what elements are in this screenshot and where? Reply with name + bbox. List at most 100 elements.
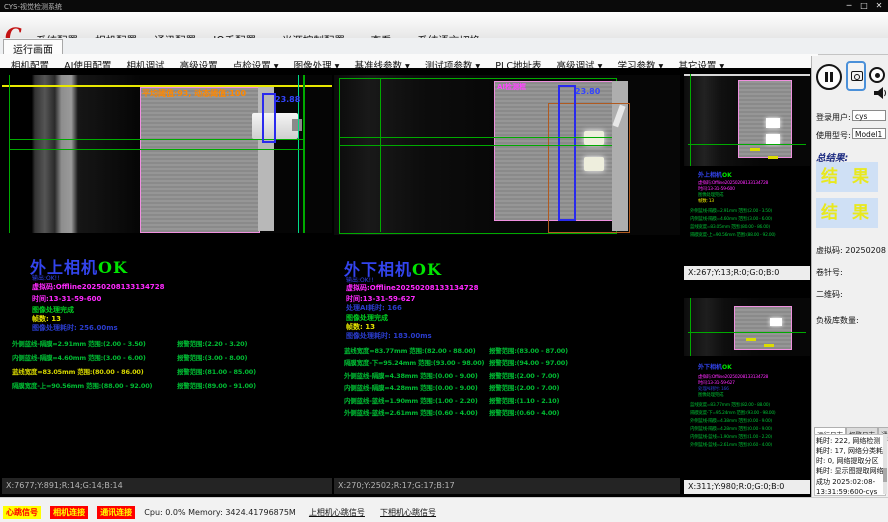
time-line: 时间:13-31-59-600 — [32, 294, 101, 304]
result-ok-text: OK — [412, 260, 442, 279]
measurement-text: 内侧蓝线-蓝线=1.90mm 范围:(1.00 - 2.20) — [690, 434, 772, 440]
upper-camera-heartbeat[interactable]: 上相机心跳信号 — [309, 507, 365, 518]
camera-connection-badge: 相机连接 — [50, 506, 88, 519]
measurement-row: 蓝线宽度=83.77mm 范围:(82.00 - 88.00) 报警范围:(83… — [334, 345, 680, 355]
status-bar: 心跳信号 相机连接 通讯连接 Cpu: 0.0% Memory: 3424.41… — [0, 497, 888, 522]
middle-camera-image[interactable]: AI检测框 23.80 — [334, 75, 680, 235]
title-bar: CYS-视觉检测系统 ─ □ ✕ — [0, 0, 888, 12]
model-field[interactable]: Model1 — [852, 128, 886, 139]
toolbar: 相机配置 AI使用配置 相机调试 高级设置 点检设置 ▾ 图像处理 ▾ 基准线参… — [0, 54, 818, 69]
glow-feature-1 — [584, 131, 604, 145]
elapsed-line: 图像处理耗时: 256.00ms — [32, 323, 118, 333]
log-scrollbar-thumb[interactable] — [883, 468, 887, 482]
pause-button[interactable] — [816, 64, 842, 90]
measurement-text: 内侧蓝线-隔膜=4.28mm 范围:(0.00 - 9.00) — [690, 426, 772, 432]
small-top-camera-image[interactable] — [684, 74, 810, 166]
measurement-text: 内侧蓝线-隔膜=4.60mm 范围:(3.00 - 6.00) — [12, 352, 146, 362]
result-ok-text: OK — [722, 172, 732, 179]
pixel-coords-bar: X:270;Y:2502;R:17;G:17;B:17 — [334, 478, 680, 494]
ai-box-label: AI检测框 — [497, 82, 526, 92]
blue-measure-label: 23.88 — [275, 95, 300, 104]
barcode-line: 虚拟码:Offline20250208133134728 — [32, 282, 165, 292]
log-scrollbar[interactable] — [883, 434, 887, 494]
alarm-range-text: 报警范围:(0.60 - 4.00) — [489, 407, 559, 417]
threshold-overlay-label: 平均阈值:93, 动态阈值:100 — [142, 88, 246, 99]
edge-green-line-right — [303, 75, 305, 233]
measurement-row: 隔膜宽度-上=90.56mm 范围:(88.00 - 92.00) 报警范围:(… — [2, 380, 332, 390]
camera-button[interactable] — [846, 61, 866, 91]
alarm-range-text: 报警范围:(1.10 - 2.10) — [489, 395, 559, 405]
alarm-range-text: 报警范围:(2.00 - 7.00) — [489, 370, 559, 380]
measurement-text: 蓝线宽度=83.77mm 范围:(82.00 - 88.00) — [690, 402, 770, 408]
right-control-panel: 登录用户: cys 使用型号: Model1 总结果: 结 果 结 果 虚拟码:… — [811, 56, 888, 497]
model-label: 使用型号: — [816, 130, 851, 141]
measurement-text: 隔膜宽度-上=90.56mm 范围:(88.00 - 92.00) — [12, 380, 152, 390]
maximize-button[interactable]: □ — [857, 1, 871, 10]
pixel-coords-bar: X:7677;Y:891;R:14;G:14;B:14 — [2, 478, 332, 494]
measurement-row: 隔膜宽度-下=95.24mm 范围:(93.00 - 98.00) 报警范围:(… — [334, 357, 680, 367]
measurement-row: 内侧蓝线-隔膜=4.28mm 范围:(0.00 - 9.00) 报警范围:(2.… — [334, 382, 680, 392]
result-display-1: 结 果 — [816, 162, 878, 192]
left-camera-view: 平均阈值:93, 动态阈值:100 23.88 外上相机OK 输出:OK!! 虚… — [2, 70, 332, 494]
measurement-text: 隔膜宽度-下=95.24mm 范围:(93.00 - 98.00) — [344, 357, 484, 367]
frame-count-line: 帧数: 13 — [698, 198, 714, 204]
middle-camera-view: AI检测框 23.80 外下相机OK 输出:OK!! 虚拟码:Offline20… — [334, 70, 680, 494]
menu-bar: C 系统配置 相机配置 通讯配置 IO手配置 ▾ 光源控制配置 ▾ 查看 ▾ 系… — [0, 12, 888, 39]
measure-green-hline — [688, 332, 806, 333]
camera-name: 外下相机 — [698, 364, 722, 371]
window-title: CYS-视觉检测系统 — [4, 2, 62, 12]
measurement-text: 外侧蓝线-隔膜=2.91mm 范围:(2.00 - 3.50) — [12, 338, 146, 348]
measurement-text: 内侧蓝线-隔膜=4.60mm 范围:(3.00 - 6.00) — [690, 216, 772, 222]
edge-green-line-left — [9, 75, 10, 233]
measurement-row: 外侧蓝线-隔膜=4.38mm 范围:(0.00 - 9.00) 报警范围:(2.… — [334, 370, 680, 380]
speaker-button[interactable] — [873, 86, 888, 100]
login-user-field[interactable]: cys — [852, 110, 886, 121]
yellow-callout-2 — [768, 156, 778, 159]
record-button[interactable] — [869, 67, 885, 83]
measure-box-blue — [262, 93, 276, 143]
yellow-callout-2 — [764, 344, 774, 347]
camera-name: 外上相机 — [698, 172, 722, 179]
record-icon — [875, 73, 880, 78]
result-display-2: 结 果 — [816, 198, 878, 228]
cpu-memory-status: Cpu: 0.0% Memory: 3424.41796875M — [144, 508, 296, 517]
close-button[interactable]: ✕ — [872, 1, 886, 10]
measure-green-hline — [688, 144, 806, 145]
bright-top-strip — [684, 74, 810, 76]
alarm-range-text: 报警范围:(3.00 - 8.00) — [177, 352, 247, 362]
measurement-text: 外侧蓝线-隔膜=4.38mm 范围:(0.00 - 9.00) — [690, 418, 772, 424]
heartbeat-status-badge: 心跳信号 — [3, 506, 41, 519]
camera-lens-icon — [854, 74, 860, 80]
lower-camera-heartbeat[interactable]: 下相机心跳信号 — [380, 507, 436, 518]
comm-connection-badge: 通讯连接 — [97, 506, 135, 519]
tab-strip: 运行画面 — [0, 38, 888, 55]
virtual-code-label: 虚拟码: 20250208 — [816, 245, 886, 256]
alarm-range-text: 报警范围:(94.00 - 97.00) — [489, 357, 568, 367]
measurement-text: 内侧蓝线-蓝线=1.90mm 范围:(1.00 - 2.20) — [344, 395, 478, 405]
yellow-callout-1 — [746, 338, 756, 341]
measurement-row: 蓝线宽度=83.05mm 范围:(80.00 - 86.00) 报警范围:(81… — [2, 366, 332, 376]
measure-box-blue — [558, 85, 576, 221]
edge-green-line — [690, 74, 691, 166]
measurement-text: 内侧蓝线-隔膜=4.28mm 范围:(0.00 - 9.00) — [344, 382, 478, 392]
camera-result-title: 外上相机OK — [698, 170, 732, 179]
pin-number-label: 卷针号: — [816, 267, 843, 278]
process-done-line: 图像处理完成 — [698, 392, 723, 398]
alarm-range-text: 报警范围:(81.00 - 85.00) — [177, 366, 256, 376]
measurement-row: 外侧蓝线-蓝线=2.61mm 范围:(0.60 - 4.00) 报警范围:(0.… — [334, 407, 680, 417]
left-camera-image[interactable]: 平均阈值:93, 动态阈值:100 23.88 — [2, 75, 332, 233]
alarm-range-text: 报警范围:(83.00 - 87.00) — [489, 345, 568, 355]
barcode-line: 虚拟码:Offline20250208133134728 — [346, 283, 479, 293]
glow-feature-1 — [766, 118, 780, 128]
measurement-text: 蓝线宽度=83.05mm 范围:(80.00 - 86.00) — [12, 366, 144, 376]
result-ok-text: OK — [722, 364, 732, 371]
speaker-icon — [874, 87, 883, 99]
roi-box-pink — [734, 306, 792, 350]
minimize-button[interactable]: ─ — [842, 1, 856, 10]
alarm-range-text: 报警范围:(2.20 - 3.20) — [177, 338, 247, 348]
qr-code-label: 二维码: — [816, 289, 843, 300]
small-top-camera-view: 外上相机OK 虚拟码:Offline20250208133134728 时间:1… — [684, 70, 810, 280]
glow-feature-2 — [584, 157, 604, 171]
measure-green-hline-1 — [9, 139, 305, 140]
small-bottom-camera-image[interactable] — [684, 298, 810, 356]
